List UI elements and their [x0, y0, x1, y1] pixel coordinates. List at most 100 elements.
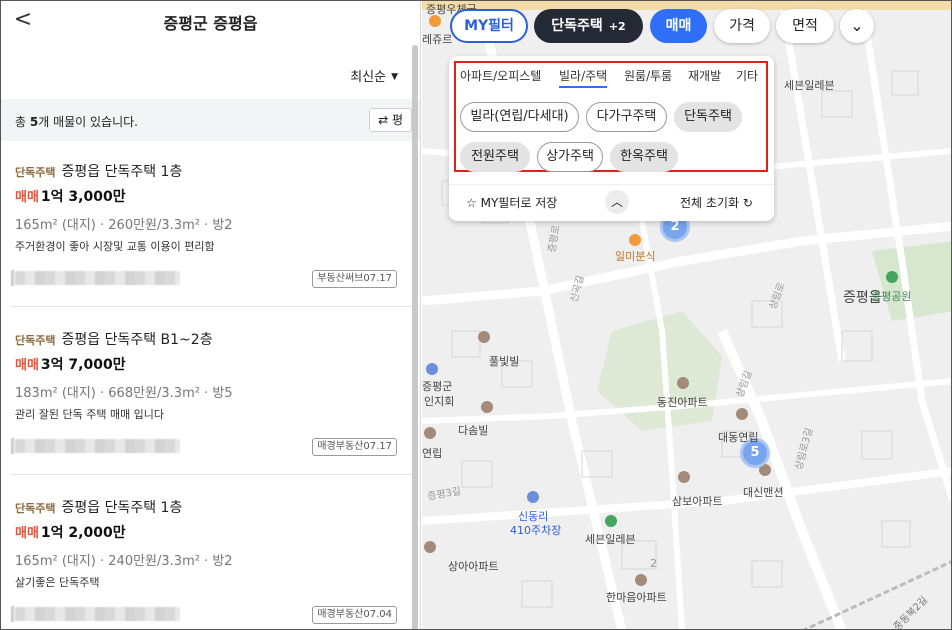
deal-filter[interactable]: 매매: [650, 9, 707, 43]
parking-icon[interactable]: [527, 491, 539, 503]
blurred-image: [11, 606, 180, 622]
listing-spec: 165m² (대지) · 240만원/3.3m² · 방2: [15, 554, 233, 569]
building-icon[interactable]: [635, 574, 647, 586]
building-icon[interactable]: [677, 377, 689, 389]
deal-type: 매매: [15, 358, 39, 373]
building-icon[interactable]: [736, 408, 748, 420]
map-label: 풀빛빌: [489, 355, 520, 368]
reset-label: 전체 초기화: [680, 196, 740, 210]
building-icon[interactable]: [481, 401, 493, 413]
map-label: 증평공원: [871, 290, 912, 303]
tab-oneroom[interactable]: 원룸/투룸: [624, 67, 672, 84]
agent-badge: 부동산써브07.17: [312, 270, 397, 288]
divider: [11, 474, 415, 475]
map-label: 다솜빌: [458, 424, 489, 437]
listing-price: 1억 3,000만: [40, 189, 126, 205]
swap-icon: ⇄: [378, 113, 389, 127]
listing-desc: 살기좋은 단독주택: [15, 576, 100, 589]
building-icon[interactable]: [678, 471, 690, 483]
map-label: 대동연립: [718, 431, 759, 444]
map-label: 410주차장: [510, 524, 562, 537]
map-label: 2: [650, 557, 657, 570]
building-icon[interactable]: [478, 331, 490, 343]
map-label: 일미분식: [615, 250, 656, 263]
my-filter-button[interactable]: MY필터: [450, 9, 528, 43]
refresh-icon: ↻: [742, 196, 753, 210]
save-my-filter-button[interactable]: ☆ MY필터로 저장: [466, 194, 557, 211]
listing-type: 단독주택: [15, 166, 56, 179]
unit-toggle-button[interactable]: ⇄ 평: [369, 108, 412, 132]
map-label: 세븐일레븐: [585, 533, 636, 546]
list-item[interactable]: 단독주택 증평읍 단독주택 1층 매매 1억 3,000만 165m² (대지) ·…: [11, 161, 405, 290]
map-label: 세븐일레븐: [784, 79, 835, 92]
building-icon[interactable]: [424, 427, 436, 439]
list-item[interactable]: 단독주택 증평읍 단독주택 1층 매매 1억 2,000만 165m² (대지) ·…: [11, 497, 405, 626]
list-item[interactable]: 단독주택 증평읍 단독주택 B1~2층 매매 3억 7,000만 183m² (대지…: [11, 329, 405, 458]
star-icon: ☆: [466, 196, 477, 210]
blurred-image: [11, 438, 180, 454]
deal-type: 매매: [15, 190, 39, 205]
map-label: 동진아파트: [657, 396, 708, 409]
listing-name: 증평읍 단독주택 1층: [61, 164, 183, 180]
map-label: 삼보아파트: [672, 495, 723, 508]
property-type-extra: +2: [608, 20, 626, 33]
listing-spec: 165m² (대지) · 260만원/3.3m² · 방2: [15, 218, 233, 233]
result-count: 총 5개 매물이 있습니다.: [15, 113, 138, 130]
scrollbar-thumb[interactable]: [412, 45, 418, 629]
area-filter[interactable]: 면적: [776, 9, 834, 43]
count-prefix: 총: [15, 115, 30, 129]
sort-dropdown[interactable]: 최신순 ▼: [350, 66, 398, 85]
restaurant-icon[interactable]: [629, 234, 641, 246]
tab-etc[interactable]: 기타: [736, 67, 758, 84]
listing-spec: 183m² (대지) · 668만원/3.3m² · 방5: [15, 386, 233, 401]
building-icon[interactable]: [424, 541, 436, 553]
map-label: 레쥬르: [422, 33, 453, 46]
option-villa[interactable]: 빌라(연립/다세대): [460, 102, 579, 132]
page-title: 증평군 증평읍: [163, 14, 258, 33]
deal-type: 매매: [15, 526, 39, 541]
listing-desc: 주거환경이 좋아 시장및 교통 이용이 편리함: [15, 240, 215, 253]
map-label: 인지회: [424, 395, 455, 408]
map-label: 대신맨션: [743, 486, 784, 499]
tab-apartment[interactable]: 아파트/오피스텔: [460, 67, 541, 84]
collapse-panel-button[interactable]: ︿: [605, 190, 629, 214]
park-icon[interactable]: [886, 271, 898, 283]
divider: [11, 306, 415, 307]
price-filter[interactable]: 가격: [714, 9, 770, 43]
caret-down-icon: ▼: [391, 72, 398, 82]
scrollbar[interactable]: [412, 45, 418, 629]
property-type-label: 단독주택: [551, 18, 603, 34]
count-value: 5: [29, 115, 39, 129]
government-icon[interactable]: [426, 363, 438, 375]
agent-badge: 매경부동산07.04: [312, 606, 397, 624]
reset-all-button[interactable]: 전체 초기화 ↻: [680, 194, 753, 211]
chevron-up-icon: ︿: [610, 195, 623, 209]
tab-redevelop[interactable]: 재개발: [688, 67, 721, 84]
listing-type: 단독주택: [15, 334, 56, 347]
panel-header: < 증평군 증평읍: [1, 1, 420, 45]
map-label: 상아아파트: [448, 560, 499, 573]
listing-panel: < 증평군 증평읍 최신순 ▼ 총 5개 매물이 있습니다. ⇄ 평 단독주택 증평…: [1, 1, 421, 629]
map-label: 증평군: [422, 380, 453, 393]
option-detached[interactable]: 단독주택: [674, 102, 742, 132]
option-shop-house[interactable]: 상가주택: [537, 142, 603, 172]
option-hanok[interactable]: 한옥주택: [610, 142, 678, 172]
chevron-down-icon[interactable]: ⌄: [840, 9, 874, 43]
listing-name: 증평읍 단독주택 B1~2층: [61, 332, 213, 348]
listing-price: 3억 7,000만: [40, 357, 126, 373]
listing-type: 단독주택: [15, 502, 56, 515]
property-type-filter[interactable]: 단독주택 +2: [534, 9, 643, 43]
count-suffix: 개 매물이 있습니다.: [38, 115, 138, 129]
listing-price: 1억 2,000만: [40, 525, 126, 541]
sort-label: 최신순: [350, 70, 387, 85]
unit-toggle-label: 평: [391, 113, 403, 127]
sort-row: 최신순 ▼: [1, 45, 420, 99]
option-country-house[interactable]: 전원주택: [460, 142, 530, 172]
map-label: 한마음아파트: [606, 591, 667, 604]
map-label: 연립: [422, 447, 443, 460]
listing-name: 증평읍 단독주택 1층: [61, 500, 183, 516]
tab-villa[interactable]: 빌라/주택: [559, 67, 608, 88]
blurred-image: [11, 270, 180, 286]
option-multi-family[interactable]: 다가구주택: [586, 102, 667, 132]
convenience-store-icon[interactable]: [605, 515, 617, 527]
